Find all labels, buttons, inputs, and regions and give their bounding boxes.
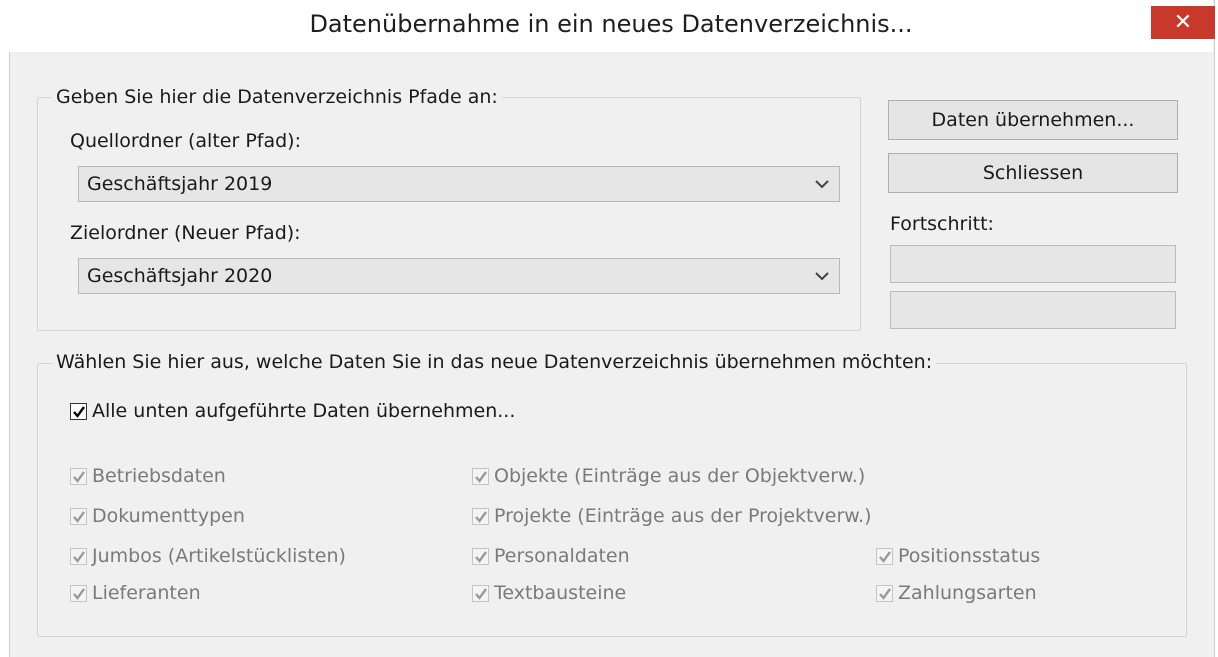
select-all-label: Alle unten aufgeführte Daten übernehmen.… — [92, 400, 516, 422]
checkbox-box[interactable] — [70, 467, 87, 485]
checkbox-lieferanten[interactable]: Lieferanten — [70, 582, 201, 604]
checkbox-textbausteine[interactable]: Textbausteine — [472, 582, 626, 604]
checkbox-box[interactable] — [472, 467, 489, 485]
checkbox-box[interactable] — [70, 547, 87, 565]
checkbox-label: Jumbos (Artikelstücklisten) — [92, 545, 346, 567]
check-icon — [879, 587, 891, 600]
progress-label: Fortschritt: — [890, 213, 994, 235]
checkbox-zahlungsarten[interactable]: Zahlungsarten — [876, 582, 1037, 604]
checkbox-label: Dokumenttypen — [92, 505, 245, 527]
check-icon — [73, 470, 85, 483]
target-folder-label: Zielordner (Neuer Pfad): — [70, 222, 301, 244]
checkbox-projekte-einträge-aus-der-projektverw[interactable]: Projekte (Einträge aus der Projektverw.) — [472, 505, 872, 527]
check-icon — [73, 587, 85, 600]
checkbox-label: Zahlungsarten — [898, 582, 1037, 604]
paths-group-legend: Geben Sie hier die Datenverzeichnis Pfad… — [52, 86, 502, 108]
close-button[interactable]: Schliessen — [888, 153, 1178, 193]
checkbox-objekte-einträge-aus-der-objektverw[interactable]: Objekte (Einträge aus der Objektverw.) — [472, 465, 865, 487]
source-folder-value: Geschäftsjahr 2019 — [87, 173, 273, 195]
checkbox-label: Projekte (Einträge aus der Projektverw.) — [494, 505, 872, 527]
checkbox-label: Betriebsdaten — [92, 465, 226, 487]
checkbox-box[interactable] — [70, 584, 87, 602]
close-icon: ✕ — [1173, 10, 1193, 35]
checkbox-betriebsdaten[interactable]: Betriebsdaten — [70, 465, 226, 487]
check-icon — [73, 510, 85, 523]
check-icon — [73, 550, 85, 563]
check-icon — [475, 550, 487, 563]
checkbox-box[interactable] — [472, 547, 489, 565]
window-title: Datenübernahme in ein neues Datenverzeic… — [309, 10, 913, 38]
checkbox-label: Lieferanten — [92, 582, 201, 604]
check-icon — [879, 550, 891, 563]
checkbox-box[interactable] — [70, 507, 87, 525]
progress-bar-secondary — [890, 291, 1176, 329]
check-icon — [475, 510, 487, 523]
check-icon — [475, 587, 487, 600]
transfer-data-button[interactable]: Daten übernehmen... — [888, 100, 1178, 140]
check-icon — [73, 405, 85, 418]
select-all-box[interactable] — [70, 402, 87, 420]
checkbox-personaldaten[interactable]: Personaldaten — [472, 545, 630, 567]
data-selection-legend: Wählen Sie hier aus, welche Daten Sie in… — [52, 351, 937, 373]
title-bar[interactable]: Datenübernahme in ein neues Datenverzeic… — [9, 0, 1215, 52]
close-window-button[interactable]: ✕ — [1151, 6, 1215, 39]
checkbox-label: Textbausteine — [494, 582, 627, 604]
source-folder-label: Quellordner (alter Pfad): — [70, 130, 301, 152]
progress-bar-primary — [890, 245, 1176, 283]
checkbox-box[interactable] — [472, 584, 489, 602]
checkbox-box[interactable] — [876, 547, 893, 565]
checkbox-box[interactable] — [876, 584, 893, 602]
source-folder-select[interactable]: Geschäftsjahr 2019 — [78, 166, 840, 202]
select-all-checkbox[interactable]: Alle unten aufgeführte Daten übernehmen.… — [70, 400, 515, 422]
checkbox-box[interactable] — [472, 507, 489, 525]
target-folder-select[interactable]: Geschäftsjahr 2020 — [78, 258, 840, 294]
checkbox-label: Personaldaten — [494, 545, 630, 567]
check-icon — [475, 470, 487, 483]
checkbox-jumbos-artikelstücklisten[interactable]: Jumbos (Artikelstücklisten) — [70, 545, 346, 567]
chevron-down-icon — [815, 272, 829, 281]
checkbox-label: Objekte (Einträge aus der Objektverw.) — [494, 465, 866, 487]
chevron-down-icon — [815, 180, 829, 189]
target-folder-value: Geschäftsjahr 2020 — [87, 265, 273, 287]
checkbox-label: Positionsstatus — [898, 545, 1041, 567]
checkbox-positionsstatus[interactable]: Positionsstatus — [876, 545, 1040, 567]
checkbox-dokumenttypen[interactable]: Dokumenttypen — [70, 505, 245, 527]
